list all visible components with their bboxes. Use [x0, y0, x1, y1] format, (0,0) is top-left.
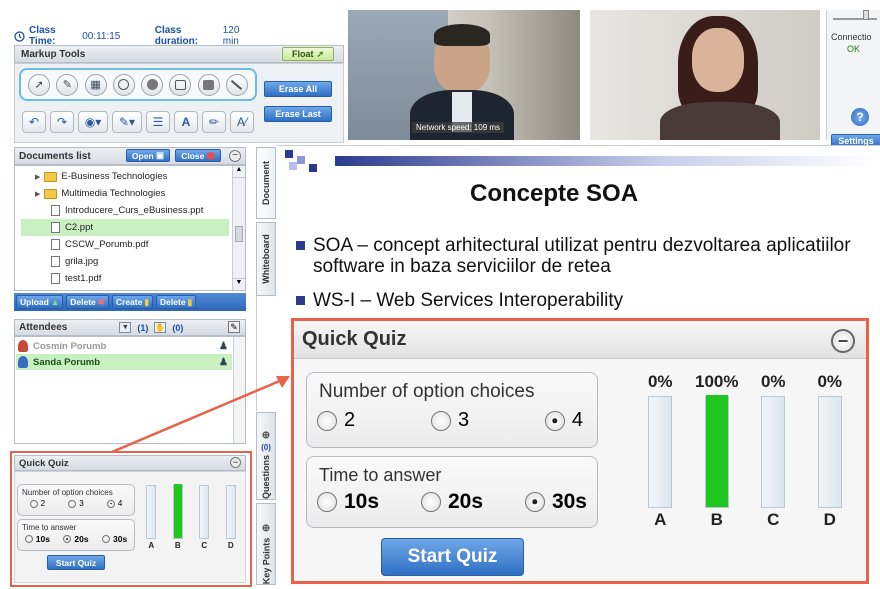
zoom-arrow-icon [111, 376, 290, 454]
